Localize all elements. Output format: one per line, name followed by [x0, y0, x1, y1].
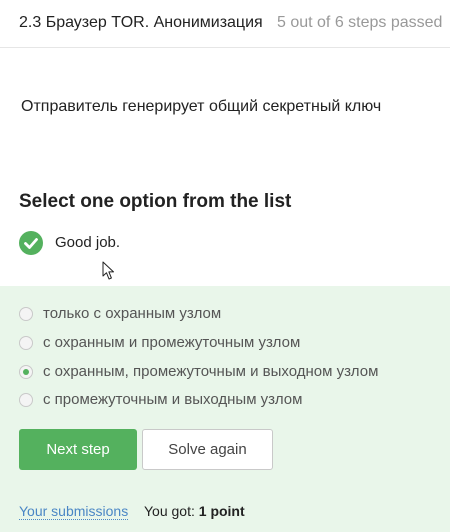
radio-button[interactable]	[19, 393, 33, 407]
your-submissions-link[interactable]: Your submissions	[19, 503, 129, 520]
next-step-button[interactable]: Next step	[19, 429, 137, 470]
solve-again-button[interactable]: Solve again	[142, 429, 273, 470]
option-label: с промежуточным и выходным узлом	[43, 391, 303, 408]
question-text: Отправитель генерирует общий секретный к…	[21, 98, 382, 115]
score-prefix: You got:	[144, 503, 199, 519]
lesson-header: 2.3 Браузер TOR. Анонимизация 5 out of 6…	[0, 0, 450, 48]
score-text: You got: 1 point	[144, 503, 245, 519]
feedback-text: Good job.	[55, 234, 121, 251]
lesson-title[interactable]: 2.3 Браузер TOR. Анонимизация	[19, 14, 263, 32]
option-label: с охранным и промежуточным узлом	[43, 334, 301, 351]
check-circle-icon	[19, 231, 43, 255]
quiz-heading: Select one option from the list	[19, 191, 292, 212]
score-value: 1 point	[198, 503, 245, 519]
radio-button[interactable]	[19, 365, 33, 379]
mouse-pointer-icon	[102, 261, 114, 280]
radio-button[interactable]	[19, 307, 33, 321]
answer-panel: только с охранным узлом с охранным и про…	[0, 286, 450, 532]
radio-button[interactable]	[19, 336, 33, 350]
step-progress: 5 out of 6 steps passed	[277, 14, 443, 31]
option-label: с охранным, промежуточным и выходном узл…	[43, 363, 379, 380]
option-label: только с охранным узлом	[43, 305, 222, 322]
